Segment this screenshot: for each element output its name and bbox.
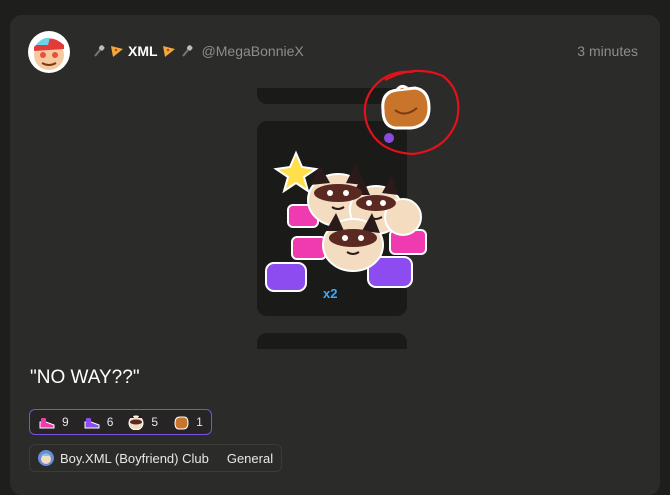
pizza-icon bbox=[111, 46, 123, 57]
brown-bag-icon bbox=[174, 416, 189, 430]
club-chip[interactable]: Boy.XML (Boyfriend) Club General bbox=[29, 444, 282, 472]
pizza-icon bbox=[162, 46, 175, 57]
post-text: "NO WAY??" bbox=[30, 367, 140, 388]
pink-slipper-icon bbox=[39, 418, 55, 429]
reaction-pink-slipper[interactable]: 9 bbox=[38, 414, 69, 430]
author-row: XML @MegaBonnieX bbox=[92, 42, 304, 60]
author-display-name[interactable]: XML bbox=[128, 43, 158, 59]
club-avatar-icon bbox=[38, 450, 54, 466]
club-channel[interactable]: General bbox=[219, 451, 273, 466]
microphone-icon bbox=[94, 45, 105, 57]
reaction-count: 1 bbox=[196, 415, 203, 429]
reaction-purple-slipper[interactable]: 6 bbox=[83, 414, 114, 430]
microphone-icon bbox=[181, 45, 192, 57]
timestamp[interactable]: 3 minutes bbox=[577, 43, 638, 59]
reaction-count: 5 bbox=[151, 415, 159, 429]
reaction-count: 6 bbox=[106, 415, 114, 429]
reaction-brown-bag[interactable]: 1 bbox=[172, 414, 203, 430]
reaction-raccoon-face[interactable]: 5 bbox=[127, 414, 158, 430]
purple-slipper-icon bbox=[84, 418, 100, 429]
reactions-bar: 9 6 5 1 bbox=[29, 409, 212, 435]
raccoon-pile-sticker bbox=[265, 150, 427, 292]
raccoon-face-icon bbox=[128, 414, 144, 430]
club-name[interactable]: Boy.XML (Boyfriend) Club bbox=[60, 451, 209, 466]
sticker-slot-next[interactable] bbox=[257, 333, 407, 349]
avatar[interactable] bbox=[28, 31, 70, 73]
author-handle[interactable]: @MegaBonnieX bbox=[202, 43, 304, 59]
annotation-circle bbox=[363, 69, 460, 156]
sticker-count-badge: x2 bbox=[323, 286, 338, 301]
reaction-count: 9 bbox=[62, 415, 69, 429]
